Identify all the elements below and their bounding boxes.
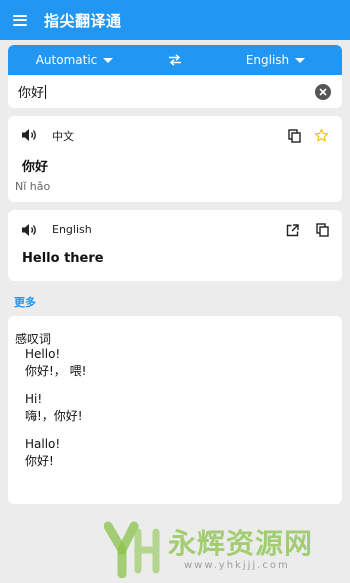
dictionary-line: 嗨!，你好! <box>25 409 83 423</box>
swap-languages-button[interactable] <box>141 54 209 66</box>
input-value: 你好 <box>18 86 45 101</box>
speak-source-button[interactable] <box>21 127 39 146</box>
copy-icon <box>315 223 329 237</box>
target-language-name: English <box>52 223 92 236</box>
app-title: 指尖翻译通 <box>44 11 122 30</box>
copy-translation-button[interactable] <box>314 222 330 238</box>
more-link[interactable]: 更多 <box>14 294 36 310</box>
favorite-button[interactable] <box>313 127 329 143</box>
dictionary-line: 你好!， 喂! <box>25 364 87 378</box>
speaker-icon <box>22 224 36 236</box>
translation-text: Hello there <box>22 251 104 266</box>
dropdown-caret-icon <box>103 57 114 63</box>
close-icon <box>319 87 327 96</box>
input-box: 你好 <box>8 75 342 108</box>
part-of-speech-title: 感叹词 <box>15 332 52 346</box>
dictionary-line: 你好! <box>25 454 54 468</box>
target-language-label: English <box>245 53 290 67</box>
text-input[interactable]: 你好 <box>18 82 315 101</box>
hamburger-icon <box>13 14 27 26</box>
copy-source-button[interactable] <box>286 128 302 144</box>
pinyin-text: Nǐ hǎo <box>15 180 51 193</box>
translation-result-card: English Hello there <box>8 210 342 281</box>
source-text: 你好 <box>22 160 49 175</box>
dictionary-line: Hi! <box>25 392 43 406</box>
star-icon <box>314 128 328 141</box>
open-in-new-icon <box>286 223 299 236</box>
text-cursor <box>45 85 47 99</box>
swap-icon <box>169 54 181 66</box>
dropdown-caret-icon <box>295 57 306 63</box>
source-language-select[interactable]: Automatic <box>8 53 141 67</box>
watermark-text: 永辉资源网 <box>168 527 314 560</box>
app-bar: 指尖翻译通 <box>0 0 350 40</box>
menu-button[interactable] <box>2 0 38 40</box>
source-language-name: 中文 <box>52 130 74 143</box>
watermark-url: www.yhkjjj.com <box>184 560 290 571</box>
dictionary-card: 感叹词 Hello! 你好!， 喂! Hi! 嗨!，你好! Hallo! 你好! <box>8 316 342 504</box>
speaker-icon <box>22 129 36 141</box>
speak-translation-button[interactable] <box>21 222 39 241</box>
dictionary-line: Hallo! <box>25 437 61 451</box>
source-result-card: 中文 你好 Nǐ hǎo <box>8 116 342 202</box>
watermark: 永辉资源网 www.yhkjjj.com <box>104 520 344 580</box>
target-language-select[interactable]: English <box>209 53 342 67</box>
watermark-logo-icon <box>104 521 160 578</box>
open-external-button[interactable] <box>284 222 300 238</box>
copy-icon <box>287 129 301 143</box>
dictionary-line: Hello! <box>25 347 61 361</box>
source-language-label: Automatic <box>35 53 98 67</box>
language-bar: Automatic English <box>8 45 342 75</box>
clear-input-button[interactable] <box>315 83 331 100</box>
